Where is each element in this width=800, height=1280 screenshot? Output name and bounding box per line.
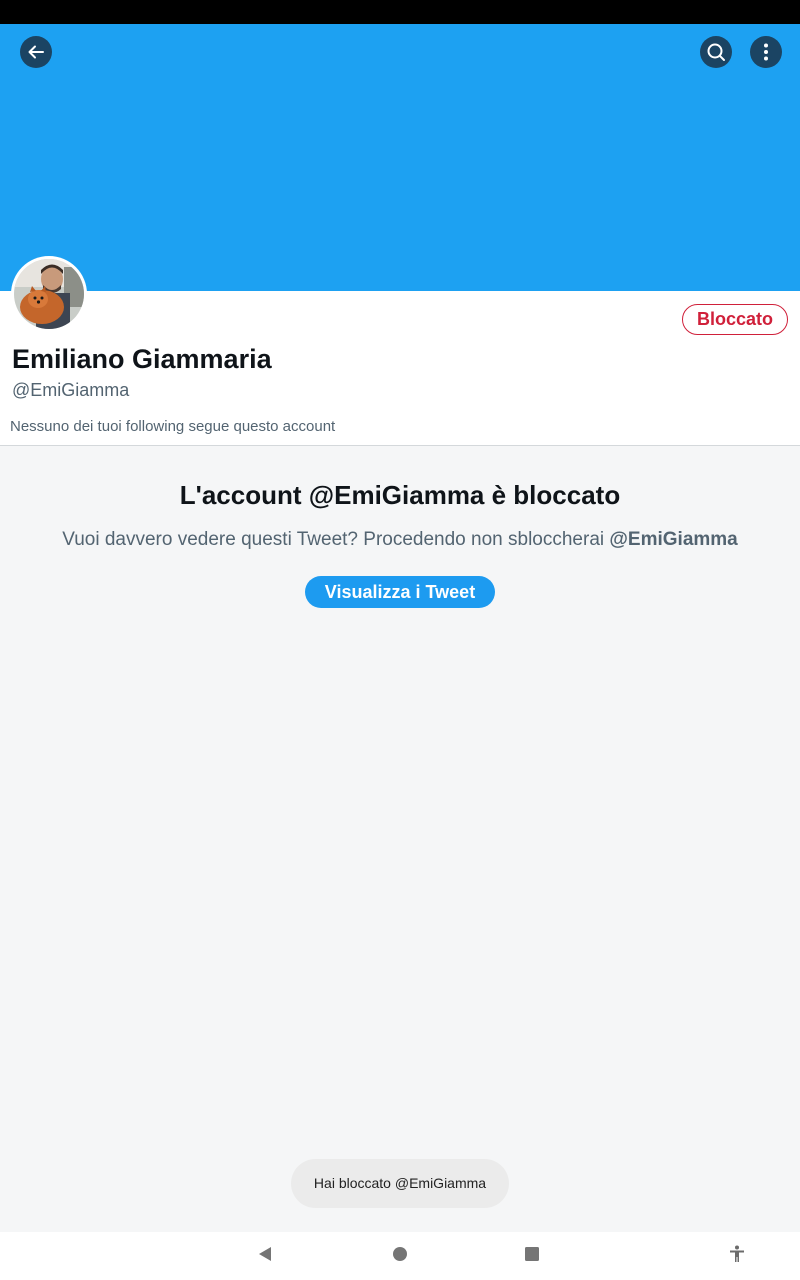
accessibility-icon bbox=[728, 1245, 746, 1268]
nav-recents-button[interactable] bbox=[517, 1232, 547, 1280]
back-button[interactable] bbox=[20, 36, 52, 68]
display-name: Emiliano Giammaria bbox=[12, 344, 272, 374]
view-tweets-button[interactable]: Visualizza i Tweet bbox=[305, 576, 495, 608]
blocked-button[interactable]: Bloccato bbox=[681, 304, 788, 335]
nav-back-icon bbox=[257, 1246, 273, 1267]
nav-back-button[interactable] bbox=[250, 1232, 280, 1280]
profile-handle: @EmiGiamma bbox=[12, 380, 130, 400]
system-nav-bar bbox=[0, 1232, 800, 1280]
blocked-title: L'account @EmiGiamma è bloccato bbox=[179, 480, 621, 510]
nav-home-icon bbox=[392, 1246, 408, 1267]
nav-home-button[interactable] bbox=[385, 1232, 415, 1280]
back-arrow-icon bbox=[26, 42, 46, 62]
accessibility-button[interactable] bbox=[722, 1232, 752, 1280]
toast-message: Hai bloccato @EmiGiamma bbox=[291, 1159, 509, 1208]
more-vertical-icon bbox=[756, 42, 776, 62]
search-icon bbox=[706, 42, 726, 62]
nav-recents-icon bbox=[524, 1246, 540, 1267]
status-bar bbox=[0, 0, 800, 24]
search-button[interactable] bbox=[700, 36, 732, 68]
profile-banner bbox=[0, 24, 800, 291]
blocked-description-handle[interactable]: @EmiGiamma bbox=[609, 529, 737, 550]
followers-note: Nessuno dei tuoi following segue questo … bbox=[10, 418, 336, 435]
avatar[interactable] bbox=[11, 256, 87, 332]
blocked-description-text: Vuoi davvero vedere questi Tweet? Proced… bbox=[62, 529, 610, 550]
more-options-button[interactable] bbox=[750, 36, 782, 68]
blocked-description: Vuoi davvero vedere questi Tweet? Proced… bbox=[0, 529, 800, 551]
